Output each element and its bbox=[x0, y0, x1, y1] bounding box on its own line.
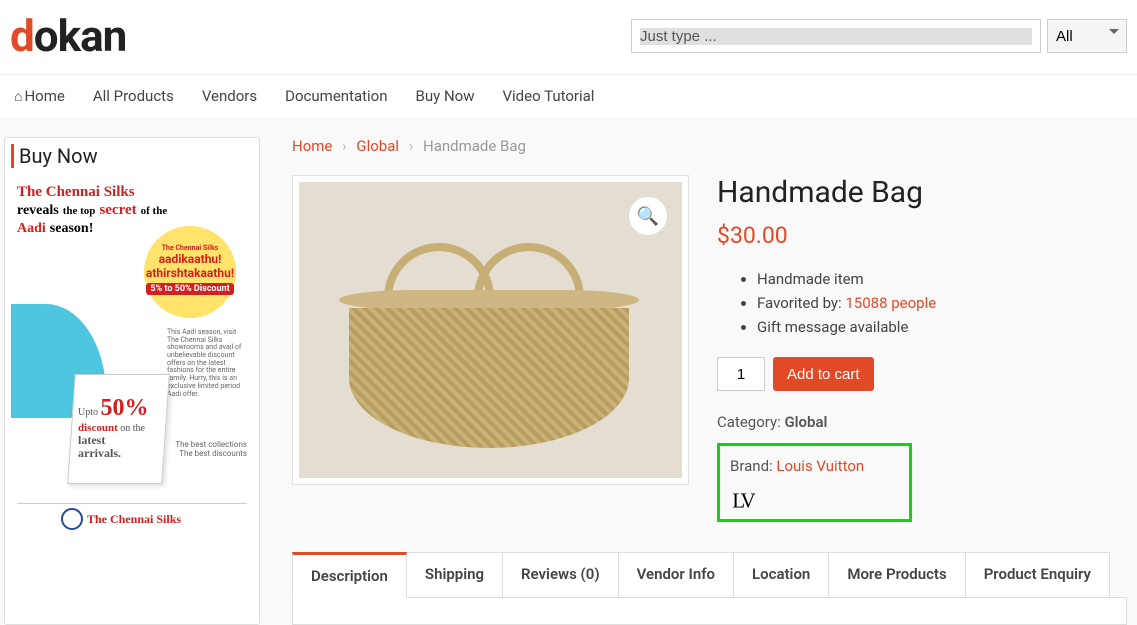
product-price: $30.00 bbox=[717, 222, 1127, 249]
sidebar: Buy Now The Chennai Silks reveals the to… bbox=[4, 137, 260, 625]
feature-item: Favorited by: 15088 people bbox=[757, 291, 1127, 315]
svg-text:V: V bbox=[741, 489, 756, 513]
ad-headline-2a: reveals bbox=[17, 203, 59, 218]
tab-more-products[interactable]: More Products bbox=[828, 552, 965, 598]
category-filter-select[interactable]: All bbox=[1047, 19, 1127, 53]
chevron-right-icon: › bbox=[409, 137, 414, 155]
tab-shipping[interactable]: Shipping bbox=[406, 552, 503, 598]
feature-item: Handmade item bbox=[757, 267, 1127, 291]
brand-link[interactable]: Louis Vuitton bbox=[776, 457, 864, 475]
brand-logo-icon: LV bbox=[730, 485, 760, 515]
breadcrumb-current: Handmade Bag bbox=[423, 137, 526, 155]
magnifier-icon: 🔍 bbox=[637, 206, 659, 227]
search-input[interactable] bbox=[631, 19, 1041, 53]
main-nav: ⌂Home All Products Vendors Documentation… bbox=[0, 75, 1137, 117]
ad-footer: The Chennai Silks bbox=[17, 503, 247, 534]
product-title: Handmade Bag bbox=[717, 175, 1127, 210]
nav-video-tutorial[interactable]: Video Tutorial bbox=[502, 87, 594, 105]
add-to-cart-button[interactable]: Add to cart bbox=[773, 357, 874, 391]
tab-panel bbox=[292, 597, 1127, 625]
nav-documentation[interactable]: Documentation bbox=[285, 87, 387, 105]
nav-home-label: Home bbox=[24, 87, 64, 105]
nav-vendors[interactable]: Vendors bbox=[202, 87, 257, 105]
category-link[interactable]: Global bbox=[784, 413, 827, 431]
feature-list: Handmade item Favorited by: 15088 people… bbox=[757, 267, 1127, 339]
product-category: Category: Global bbox=[717, 413, 1127, 431]
sidebar-title: Buy Now bbox=[11, 144, 253, 168]
nav-all-products[interactable]: All Products bbox=[93, 87, 174, 105]
ad-badge: The Chennai Silks aadikaathu! athirshtak… bbox=[135, 222, 245, 322]
zoom-button[interactable]: 🔍 bbox=[628, 196, 668, 236]
logo-part-d: d bbox=[10, 10, 34, 62]
tab-product-enquiry[interactable]: Product Enquiry bbox=[965, 552, 1110, 598]
breadcrumb-home[interactable]: Home bbox=[292, 137, 332, 155]
nav-buy-now[interactable]: Buy Now bbox=[416, 87, 475, 105]
favorites-link[interactable]: 15088 people bbox=[845, 294, 936, 312]
breadcrumb: Home › Global › Handmade Bag bbox=[292, 137, 1127, 155]
breadcrumb-category[interactable]: Global bbox=[356, 137, 399, 155]
logo-part-rest: okan bbox=[34, 10, 127, 62]
product-image bbox=[299, 182, 682, 478]
ad-footer-logo-icon bbox=[61, 508, 83, 530]
tab-reviews[interactable]: Reviews (0) bbox=[502, 552, 619, 598]
ad-small-text: This Aadi season, visit The Chennai Silk… bbox=[167, 329, 247, 398]
sidebar-ad[interactable]: The Chennai Silks reveals the top secret… bbox=[11, 174, 253, 534]
nav-home[interactable]: ⌂Home bbox=[14, 87, 65, 105]
ad-bag-text: Upto 50% discount on the latest arrivals… bbox=[78, 395, 149, 460]
tab-description[interactable]: Description bbox=[292, 552, 407, 598]
site-logo[interactable]: dokan bbox=[10, 10, 126, 62]
tab-vendor-info[interactable]: Vendor Info bbox=[618, 552, 734, 598]
product-gallery[interactable]: 🔍 bbox=[292, 175, 689, 485]
home-icon: ⌂ bbox=[14, 89, 22, 105]
chevron-right-icon: › bbox=[342, 137, 347, 155]
quantity-input[interactable] bbox=[717, 357, 765, 391]
feature-item: Gift message available bbox=[757, 315, 1127, 339]
ad-headline-1: The Chennai Silks bbox=[17, 184, 247, 201]
brand-box: Brand: Louis Vuitton LV bbox=[717, 443, 912, 522]
tab-location[interactable]: Location bbox=[733, 552, 829, 598]
ad-right-text: The best collections The best discounts bbox=[175, 440, 247, 458]
product-tabs: Description Shipping Reviews (0) Vendor … bbox=[292, 552, 1127, 598]
